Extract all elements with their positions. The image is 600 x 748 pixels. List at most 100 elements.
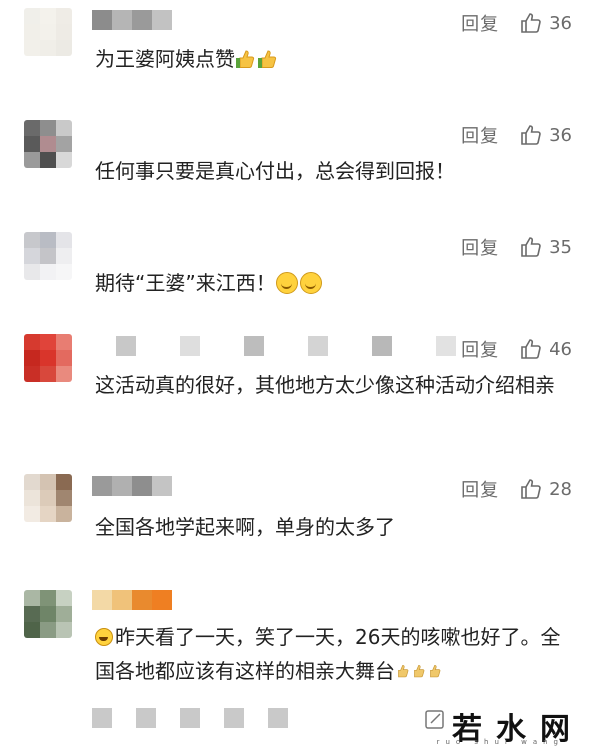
avatar-pixel	[56, 232, 72, 248]
avatar-pixel	[56, 334, 72, 350]
thumbs-up-icon	[521, 13, 541, 33]
avatar[interactable]	[24, 8, 72, 56]
bottom-bar: 若水网 ruo shui wang	[0, 700, 600, 747]
avatar-pixel	[56, 366, 72, 382]
like-count: 36	[549, 124, 572, 146]
thumbs-up-icon	[521, 237, 541, 257]
like-count: 36	[549, 12, 572, 34]
avatar-pixel	[56, 40, 72, 56]
avatar-pixel	[40, 334, 56, 350]
avatar-pixel	[24, 248, 40, 264]
avatar[interactable]	[24, 232, 72, 280]
reply-button[interactable]: 回复	[461, 234, 499, 260]
avatar-pixel	[40, 248, 56, 264]
username-pixel	[132, 476, 152, 496]
username-pixel	[112, 476, 132, 496]
avatar-pixel	[40, 506, 56, 522]
like-button[interactable]: 36	[519, 11, 572, 35]
avatar[interactable]	[24, 334, 72, 382]
avatar-pixel	[24, 136, 40, 152]
reply-button[interactable]: 回复	[461, 336, 499, 362]
avatar[interactable]	[24, 590, 72, 638]
avatar-pixel	[56, 506, 72, 522]
reply-button[interactable]: 回复	[461, 10, 499, 36]
avatar[interactable]	[24, 474, 72, 522]
thumbs-up-icon	[521, 125, 541, 145]
avatar-pixel	[40, 152, 56, 168]
avatar-pixel	[24, 606, 40, 622]
avatar-pixel	[40, 120, 56, 136]
avatar-pixel	[56, 136, 72, 152]
avatar-pixel	[56, 474, 72, 490]
comment-actions: 回复 36	[461, 10, 572, 36]
blurred-block	[268, 708, 288, 728]
username-pixel	[132, 590, 152, 610]
avatar-pixel	[40, 232, 56, 248]
username-blurred[interactable]	[92, 476, 172, 498]
like-button[interactable]: 46	[519, 337, 572, 361]
comment-text: 这活动真的很好，其他地方太少像这种活动介绍相亲	[95, 373, 555, 397]
avatar-pixel	[24, 40, 40, 56]
thumbs-up-icon	[521, 339, 541, 359]
avatar-pixel	[24, 120, 40, 136]
avatar-pixel	[24, 350, 40, 366]
username-blurred[interactable]	[92, 590, 172, 612]
avatar-pixel	[40, 606, 56, 622]
like-button[interactable]: 28	[519, 477, 572, 501]
like-button[interactable]: 36	[519, 123, 572, 147]
smile-emoji-icon	[299, 272, 322, 294]
avatar-pixel	[24, 232, 40, 248]
avatar-pixel	[24, 590, 40, 606]
edit-icon[interactable]	[424, 708, 446, 730]
avatar-pixel	[56, 490, 72, 506]
avatar-pixel	[40, 590, 56, 606]
avatar-pixel	[56, 248, 72, 264]
avatar-pixel	[24, 622, 40, 638]
avatar-pixel	[56, 264, 72, 280]
username-pixel	[152, 590, 172, 610]
avatar-pixel	[24, 264, 40, 280]
username-pixel	[180, 336, 200, 356]
username-pixel	[112, 10, 132, 30]
username-blurred[interactable]	[116, 336, 456, 358]
avatar-pixel	[40, 490, 56, 506]
thumbs-up-emoji-icon	[414, 665, 425, 678]
avatar-pixel	[24, 8, 40, 24]
comment-actions: 回复 35	[461, 234, 572, 260]
smile-emoji-icon	[275, 272, 298, 294]
username-pixel	[152, 476, 172, 496]
username-pixel	[92, 10, 112, 30]
username-pixel	[372, 336, 392, 356]
thumbs-up-emoji-icon	[398, 665, 409, 678]
thumbs-up-icon	[521, 479, 541, 499]
avatar-pixel	[56, 120, 72, 136]
avatar-pixel	[56, 350, 72, 366]
blurred-block	[180, 708, 200, 728]
avatar[interactable]	[24, 120, 72, 168]
comment-actions: 回复 46	[461, 336, 572, 362]
avatar-pixel	[40, 136, 56, 152]
avatar-pixel	[40, 40, 56, 56]
avatar-pixel	[24, 152, 40, 168]
username-pixel	[112, 590, 132, 610]
reply-button[interactable]: 回复	[461, 476, 499, 502]
thumbs-up-emoji-icon	[430, 665, 441, 678]
reply-button[interactable]: 回复	[461, 122, 499, 148]
blurred-block	[224, 708, 244, 728]
username-blurred[interactable]	[92, 10, 172, 32]
comment-text: 昨天看了一天，笑了一天，26天的咳嗽也好了。全国各地都应该有这样的相亲大舞台	[95, 625, 561, 683]
username-pixel	[132, 10, 152, 30]
avatar-pixel	[40, 24, 56, 40]
username-pixel	[92, 476, 112, 496]
username-pixel	[244, 336, 264, 356]
avatar-pixel	[24, 24, 40, 40]
avatar-pixel	[40, 8, 56, 24]
watermark-subtitle: ruo shui wang	[436, 738, 564, 746]
blurred-block	[92, 708, 112, 728]
like-count: 28	[549, 478, 572, 500]
avatar-pixel	[40, 350, 56, 366]
avatar-pixel	[56, 152, 72, 168]
comment-text: 全国各地学起来啊，单身的太多了	[95, 515, 395, 539]
avatar-pixel	[56, 24, 72, 40]
like-button[interactable]: 35	[519, 235, 572, 259]
